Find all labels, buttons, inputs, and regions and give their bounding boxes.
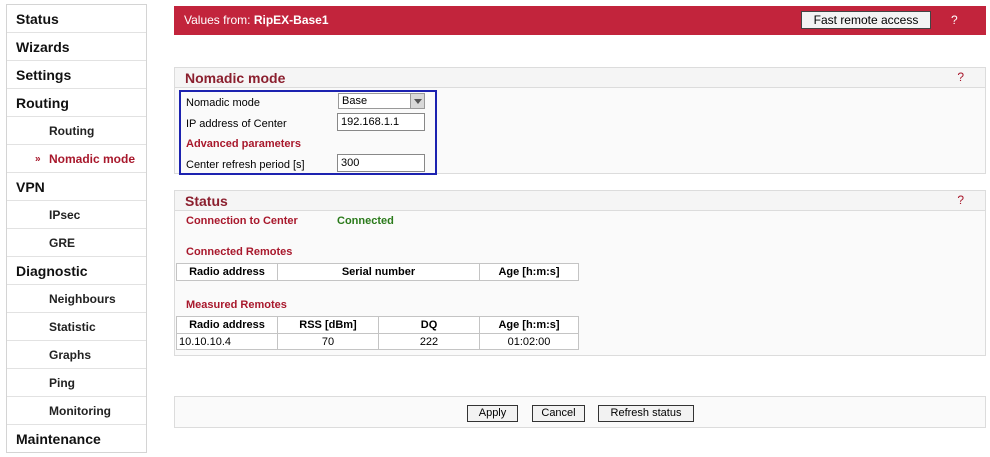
nomadic-panel-header: Nomadic mode ? <box>175 68 985 88</box>
sidebar-item-ipsec[interactable]: IPsec <box>7 201 146 229</box>
cell-age: 01:02:00 <box>479 333 579 350</box>
sidebar-item-label: Routing <box>16 94 69 111</box>
action-buttons-panel: Apply Cancel Refresh status <box>174 396 986 428</box>
connection-status-value: Connected <box>337 215 394 227</box>
apply-button[interactable]: Apply <box>467 405 518 422</box>
sidebar-item-label: Statistic <box>49 319 96 334</box>
sidebar-item-routing[interactable]: Routing <box>7 89 146 117</box>
col-dq: DQ <box>378 316 480 334</box>
status-panel-title: Status <box>185 193 228 209</box>
refresh-period-label: Center refresh period [s] <box>186 159 305 171</box>
status-panel-header: Status ? <box>175 191 985 211</box>
col-serial-number: Serial number <box>277 263 480 281</box>
table-row: 10.10.10.4 70 222 01:02:00 <box>176 333 579 350</box>
status-panel: Status ? Connection to Center Connected … <box>174 190 986 356</box>
advanced-parameters-label: Advanced parameters <box>186 138 301 150</box>
sidebar-item-gre[interactable]: GRE <box>7 229 146 257</box>
measured-remotes-table: Radio address RSS [dBm] DQ Age [h:m:s] 1… <box>176 316 579 350</box>
cell-radio-address: 10.10.10.4 <box>176 333 278 350</box>
sidebar-item-maintenance[interactable]: Maintenance <box>7 425 146 453</box>
header-bar: Values from: RipEX-Base1 Fast remote acc… <box>174 6 986 35</box>
connection-center-label: Connection to Center <box>186 215 298 227</box>
sidebar-item-label: GRE <box>49 235 76 250</box>
sidebar-item-settings[interactable]: Settings <box>7 61 146 89</box>
col-rss: RSS [dBm] <box>277 316 379 334</box>
status-help-icon[interactable]: ? <box>957 193 964 207</box>
col-radio-address: Radio address <box>176 263 278 281</box>
connected-remotes-label: Connected Remotes <box>186 246 293 258</box>
cell-rss: 70 <box>277 333 379 350</box>
sidebar-item-routing[interactable]: Routing <box>7 117 146 145</box>
sidebar-item-statistic[interactable]: Statistic <box>7 313 146 341</box>
nomadic-mode-panel: Nomadic mode ? Nomadic mode Base IP addr… <box>174 67 986 175</box>
sidebar-item-ping[interactable]: Ping <box>7 369 146 397</box>
sidebar-item-label: Maintenance <box>16 431 101 447</box>
measured-remotes-header-row: Radio address RSS [dBm] DQ Age [h:m:s] <box>176 316 579 334</box>
col-age: Age [h:m:s] <box>479 263 579 281</box>
sidebar-item-label: Status <box>16 10 59 27</box>
active-marker-icon: » <box>35 153 41 164</box>
sidebar-item-label: VPN <box>16 178 45 195</box>
connected-remotes-header-row: Radio address Serial number Age [h:m:s] <box>176 263 579 281</box>
sidebar-item-graphs[interactable]: Graphs <box>7 341 146 369</box>
device-name: RipEX-Base1 <box>253 13 329 27</box>
refresh-status-button[interactable]: Refresh status <box>598 405 694 422</box>
sidebar-item-label: Diagnostic <box>16 262 88 279</box>
nomadic-mode-label: Nomadic mode <box>186 97 260 109</box>
sidebar-item-diagnostic[interactable]: Diagnostic <box>7 257 146 285</box>
sidebar-item-label: IPsec <box>49 207 81 222</box>
col-radio-address: Radio address <box>176 316 278 334</box>
col-age: Age [h:m:s] <box>479 316 579 334</box>
sidebar-item-monitoring[interactable]: Monitoring <box>7 397 146 425</box>
sidebar-item-label: Wizards <box>16 38 70 55</box>
sidebar-item-label: Graphs <box>49 347 92 362</box>
nomadic-help-icon[interactable]: ? <box>957 70 964 84</box>
header-help-icon[interactable]: ? <box>951 13 958 27</box>
sidebar-item-wizards[interactable]: Wizards <box>7 33 146 61</box>
nomadic-mode-select[interactable]: Base <box>338 93 425 109</box>
sidebar-item-label: Nomadic mode <box>49 151 136 166</box>
header-title: Values from: RipEX-Base1 <box>184 13 329 27</box>
sidebar-item-status[interactable]: Status <box>7 5 146 33</box>
sidebar-item-neighbours[interactable]: Neighbours <box>7 285 146 313</box>
ip-center-label: IP address of Center <box>186 118 287 130</box>
sidebar-item-vpn[interactable]: VPN <box>7 173 146 201</box>
sidebar-item-label: Neighbours <box>49 291 116 306</box>
cell-dq: 222 <box>378 333 480 350</box>
sidebar-item-nomadic-mode[interactable]: » Nomadic mode <box>7 145 146 173</box>
header-prefix: Values from: <box>184 13 254 27</box>
chevron-down-icon <box>410 94 424 108</box>
measured-remotes-label: Measured Remotes <box>186 299 287 311</box>
sidebar-item-label: Settings <box>16 66 72 83</box>
connected-remotes-table: Radio address Serial number Age [h:m:s] <box>176 263 579 281</box>
ip-center-input[interactable]: 192.168.1.1 <box>337 113 425 131</box>
nomadic-mode-value: Base <box>342 95 368 107</box>
fast-remote-access-button[interactable]: Fast remote access <box>801 11 931 29</box>
sidebar-nav: Status Wizards Settings Routing Routing » Noma… <box>6 4 147 453</box>
refresh-period-input[interactable]: 300 <box>337 154 425 172</box>
sidebar-item-label: Routing <box>49 123 95 138</box>
sidebar-item-label: Monitoring <box>49 403 111 418</box>
sidebar-item-label: Ping <box>49 375 75 390</box>
nomadic-panel-title: Nomadic mode <box>185 70 286 86</box>
cancel-button[interactable]: Cancel <box>532 405 585 422</box>
